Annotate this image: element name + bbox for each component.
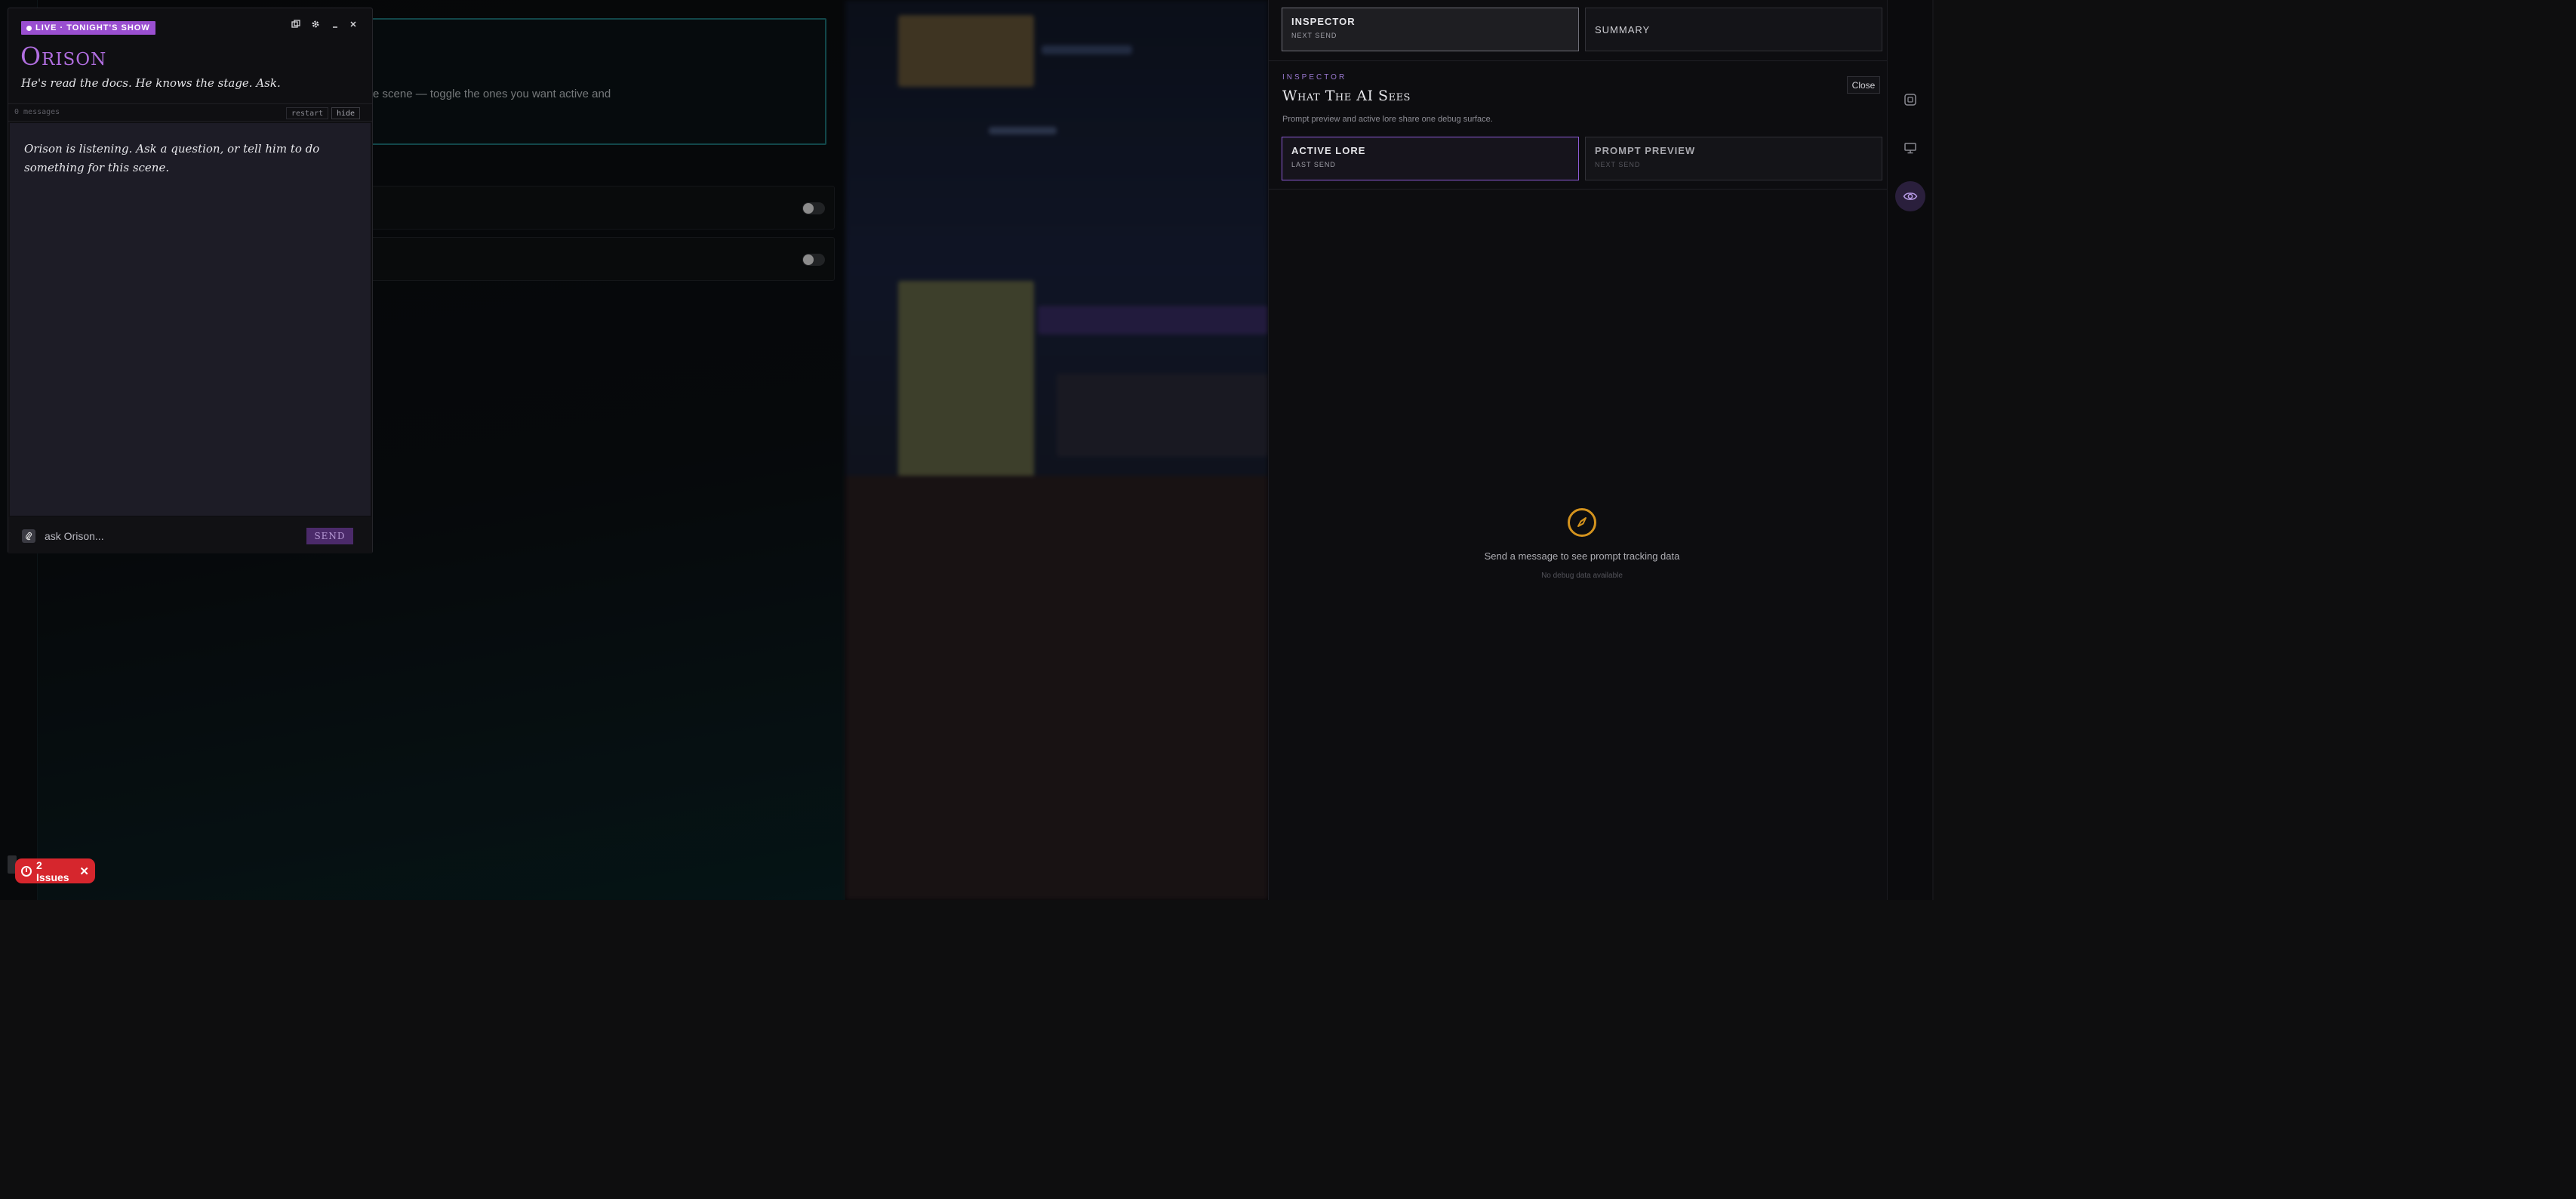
divider	[1269, 60, 1888, 61]
section-kicker: INSPECTOR	[1282, 73, 1347, 82]
alert-icon	[21, 865, 32, 877]
compass-icon	[1568, 508, 1596, 537]
tab-prompt-preview[interactable]: PROMPT PREVIEW NEXT SEND	[1585, 137, 1882, 180]
tab-sublabel: NEXT SEND	[1291, 32, 1337, 39]
tab-label: PROMPT PREVIEW	[1595, 145, 1696, 156]
chat-header: LIVE · TONIGHT'S SHOW Orison He's read t…	[8, 8, 372, 97]
tab-inspector[interactable]: INSPECTOR NEXT SEND	[1282, 8, 1579, 51]
eye-icon[interactable]	[1895, 181, 1925, 211]
issues-label: 2 Issues	[36, 858, 69, 883]
send-button[interactable]: SEND	[306, 528, 353, 544]
tab-label: SUMMARY	[1595, 23, 1651, 35]
chat-widget: LIVE · TONIGHT'S SHOW Orison He's read t…	[8, 8, 373, 553]
frame-icon[interactable]	[1900, 89, 1921, 110]
hide-button[interactable]: hide	[331, 107, 361, 119]
inspector-panel: INSPECTOR NEXT SEND SUMMARY INSPECTOR Wh…	[1268, 0, 1888, 900]
restart-button[interactable]: restart	[286, 107, 329, 119]
divider	[1269, 189, 1888, 190]
close-icon[interactable]: ✕	[79, 865, 89, 878]
panel-subtitle: Prompt preview and active lore share one…	[1282, 115, 1493, 124]
chat-title: Orison	[20, 42, 107, 71]
tab-active-lore[interactable]: ACTIVE LORE LAST SEND	[1282, 137, 1579, 180]
chat-input[interactable]	[43, 526, 300, 546]
live-badge: LIVE · TONIGHT'S SHOW	[21, 21, 155, 35]
chat-empty-state: Orison is listening. Ask a question, or …	[24, 142, 320, 174]
chat-messages[interactable]: Orison is listening. Ask a question, or …	[10, 123, 371, 516]
empty-state-message: Send a message to see prompt tracking da…	[1484, 550, 1680, 562]
issues-badge[interactable]: 2 Issues ✕	[15, 858, 95, 883]
tab-sublabel: LAST SEND	[1291, 161, 1336, 168]
minimize-icon[interactable]	[327, 16, 343, 32]
copy-icon[interactable]	[288, 16, 304, 32]
monitor-icon[interactable]	[1900, 137, 1921, 159]
live-badge-label: LIVE · TONIGHT'S SHOW	[35, 23, 150, 32]
right-icon-rail	[1887, 0, 1932, 900]
chat-toolbar: 0 messages restart hide	[8, 103, 372, 122]
rail-edge	[1932, 0, 1934, 900]
tab-sublabel: NEXT SEND	[1595, 161, 1641, 168]
paperclip-icon[interactable]	[22, 529, 35, 543]
gear-icon[interactable]	[307, 16, 324, 32]
tab-label: ACTIVE LORE	[1291, 145, 1366, 156]
close-icon[interactable]	[345, 16, 362, 32]
tab-label: INSPECTOR	[1291, 16, 1356, 27]
close-button[interactable]: Close	[1847, 76, 1880, 94]
chat-composer: SEND	[8, 517, 372, 553]
live-dot-icon	[26, 25, 32, 31]
empty-state-sub: No debug data available	[1541, 572, 1623, 580]
chat-tagline: He's read the docs. He knows the stage. …	[21, 76, 281, 90]
tab-summary[interactable]: SUMMARY	[1585, 8, 1882, 51]
message-count: 0 messages	[14, 108, 60, 116]
panel-title: What The AI Sees	[1282, 88, 1411, 104]
